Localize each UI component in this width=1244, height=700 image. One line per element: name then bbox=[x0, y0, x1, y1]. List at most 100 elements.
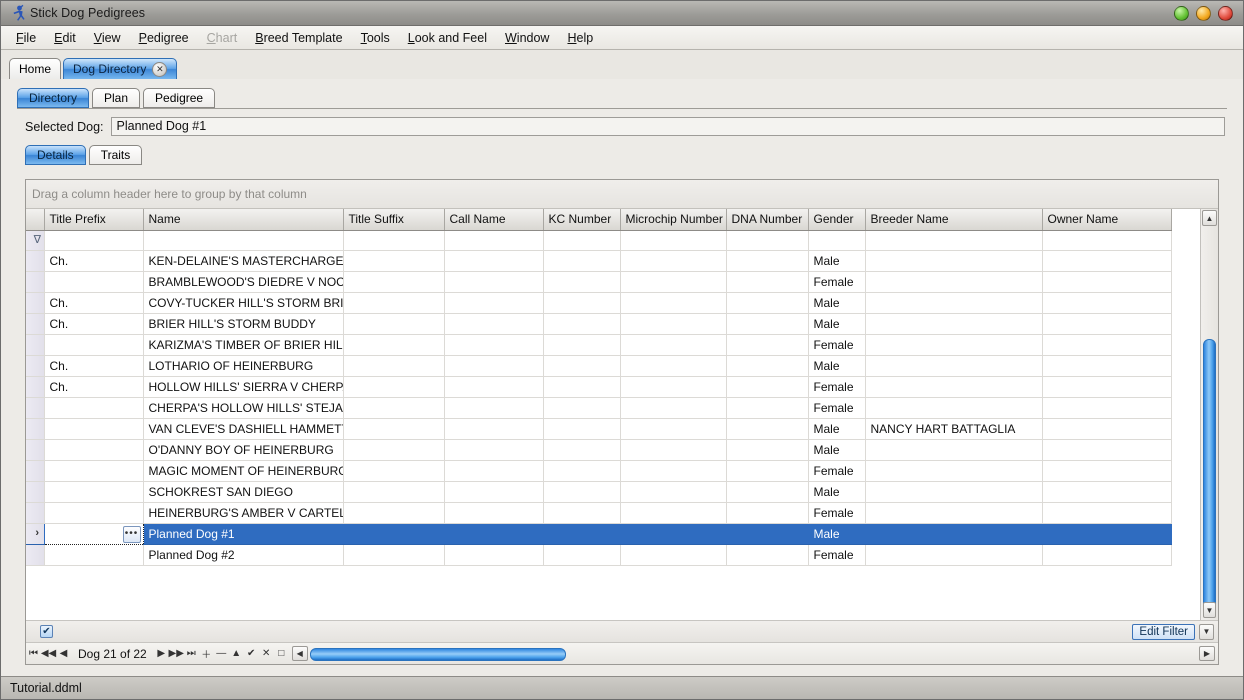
nav-prior-record[interactable]: ◀ bbox=[56, 645, 71, 662]
table-cell[interactable] bbox=[865, 376, 1042, 397]
nav-delete-record[interactable]: — bbox=[214, 645, 229, 662]
table-cell[interactable] bbox=[1042, 250, 1171, 271]
tab-dog-directory[interactable]: Dog Directory ✕ bbox=[63, 58, 177, 79]
column-header-title-prefix[interactable]: Title Prefix bbox=[44, 209, 143, 230]
table-cell[interactable] bbox=[343, 271, 444, 292]
table-cell[interactable] bbox=[343, 250, 444, 271]
table-cell[interactable] bbox=[343, 376, 444, 397]
table-cell[interactable] bbox=[620, 439, 726, 460]
table-cell[interactable] bbox=[1042, 418, 1171, 439]
table-cell[interactable] bbox=[343, 460, 444, 481]
table-cell[interactable] bbox=[726, 481, 808, 502]
column-header-call-name[interactable]: Call Name bbox=[444, 209, 543, 230]
table-cell[interactable] bbox=[865, 250, 1042, 271]
table-cell[interactable] bbox=[543, 376, 620, 397]
table-cell[interactable] bbox=[620, 544, 726, 565]
column-header-kc-number[interactable]: KC Number bbox=[543, 209, 620, 230]
column-header-title-suffix[interactable]: Title Suffix bbox=[343, 209, 444, 230]
table-cell[interactable]: Female bbox=[808, 334, 865, 355]
nav-cancel-edit[interactable]: ✕ bbox=[259, 645, 274, 662]
table-cell[interactable] bbox=[1042, 397, 1171, 418]
table-cell[interactable] bbox=[620, 334, 726, 355]
table-cell[interactable]: ••• bbox=[44, 523, 143, 544]
edit-filter-button[interactable]: Edit Filter bbox=[1132, 624, 1195, 640]
table-cell[interactable] bbox=[44, 271, 143, 292]
table-cell[interactable] bbox=[343, 481, 444, 502]
table-cell[interactable]: HEINERBURG'S AMBER V CARTEL bbox=[143, 502, 343, 523]
table-cell[interactable]: KEN-DELAINE'S MASTERCHARGE bbox=[143, 250, 343, 271]
table-cell[interactable] bbox=[543, 313, 620, 334]
table-cell[interactable] bbox=[543, 271, 620, 292]
nav-refresh[interactable]: □ bbox=[274, 645, 289, 662]
horizontal-scroll-track[interactable] bbox=[310, 646, 1194, 661]
table-cell[interactable] bbox=[444, 544, 543, 565]
cell-ellipsis-button[interactable]: ••• bbox=[123, 526, 141, 543]
minimize-button[interactable] bbox=[1174, 6, 1189, 21]
table-cell[interactable] bbox=[44, 544, 143, 565]
table-row[interactable]: Ch.KEN-DELAINE'S MASTERCHARGEMale bbox=[26, 250, 1171, 271]
table-cell[interactable] bbox=[1042, 502, 1171, 523]
table-cell[interactable] bbox=[1042, 460, 1171, 481]
table-cell[interactable]: Ch. bbox=[44, 313, 143, 334]
table-cell[interactable] bbox=[343, 292, 444, 313]
tab-pedigree[interactable]: Pedigree bbox=[143, 88, 215, 108]
filter-cell[interactable] bbox=[444, 230, 543, 250]
table-cell[interactable] bbox=[620, 460, 726, 481]
table-cell[interactable]: KARIZMA'S TIMBER OF BRIER HILL bbox=[143, 334, 343, 355]
table-cell[interactable] bbox=[543, 439, 620, 460]
filter-cell[interactable] bbox=[1042, 230, 1171, 250]
table-cell[interactable] bbox=[543, 355, 620, 376]
nav-next-page[interactable]: ▶▶ bbox=[169, 645, 184, 662]
table-cell[interactable] bbox=[543, 397, 620, 418]
close-icon[interactable]: ✕ bbox=[152, 62, 167, 77]
table-cell[interactable] bbox=[444, 313, 543, 334]
table-cell[interactable] bbox=[543, 544, 620, 565]
menu-file[interactable]: File bbox=[7, 28, 45, 48]
table-cell[interactable] bbox=[620, 502, 726, 523]
table-cell[interactable]: Ch. bbox=[44, 376, 143, 397]
table-cell[interactable] bbox=[726, 250, 808, 271]
nav-first-record[interactable]: ⏮ bbox=[26, 645, 41, 662]
table-row[interactable]: Planned Dog #2Female bbox=[26, 544, 1171, 565]
table-cell[interactable] bbox=[865, 355, 1042, 376]
table-cell[interactable] bbox=[620, 376, 726, 397]
table-cell[interactable] bbox=[865, 439, 1042, 460]
menu-breed-template[interactable]: Breed Template bbox=[246, 28, 351, 48]
table-cell[interactable] bbox=[865, 313, 1042, 334]
table-cell[interactable] bbox=[865, 523, 1042, 544]
table-cell[interactable] bbox=[620, 523, 726, 544]
table-cell[interactable] bbox=[1042, 481, 1171, 502]
table-cell[interactable]: LOTHARIO OF HEINERBURG bbox=[143, 355, 343, 376]
filter-cell[interactable] bbox=[726, 230, 808, 250]
selected-dog-field[interactable]: Planned Dog #1 bbox=[111, 117, 1225, 136]
table-cell[interactable] bbox=[44, 460, 143, 481]
column-header-owner-name[interactable]: Owner Name bbox=[1042, 209, 1171, 230]
table-cell[interactable] bbox=[620, 250, 726, 271]
table-cell[interactable]: MAGIC MOMENT OF HEINERBURG bbox=[143, 460, 343, 481]
table-cell[interactable] bbox=[726, 376, 808, 397]
table-cell[interactable] bbox=[444, 376, 543, 397]
column-header-breeder-name[interactable]: Breeder Name bbox=[865, 209, 1042, 230]
scroll-up-button[interactable]: ▲ bbox=[1202, 210, 1217, 226]
filter-enabled-checkbox[interactable]: ✔ bbox=[40, 625, 53, 638]
table-cell[interactable] bbox=[865, 460, 1042, 481]
table-row[interactable]: HEINERBURG'S AMBER V CARTELFemale bbox=[26, 502, 1171, 523]
table-cell[interactable]: Female bbox=[808, 376, 865, 397]
tab-home[interactable]: Home bbox=[9, 58, 61, 79]
nav-post-edit[interactable]: ✔ bbox=[244, 645, 259, 662]
table-cell[interactable] bbox=[865, 481, 1042, 502]
table-cell[interactable]: Male bbox=[808, 523, 865, 544]
table-cell[interactable]: O'DANNY BOY OF HEINERBURG bbox=[143, 439, 343, 460]
table-cell[interactable] bbox=[726, 397, 808, 418]
table-cell[interactable]: COVY-TUCKER HILL'S STORM BRIER bbox=[143, 292, 343, 313]
table-cell[interactable]: NANCY HART BATTAGLIA bbox=[865, 418, 1042, 439]
filter-cell[interactable] bbox=[808, 230, 865, 250]
table-row[interactable]: Ch.BRIER HILL'S STORM BUDDYMale bbox=[26, 313, 1171, 334]
funnel-icon[interactable]: ∇ bbox=[34, 231, 41, 250]
table-cell[interactable] bbox=[343, 334, 444, 355]
table-cell[interactable] bbox=[865, 271, 1042, 292]
table-row[interactable]: CHERPA'S HOLLOW HILLS' STEJANFemale bbox=[26, 397, 1171, 418]
grid-vertical-scrollbar[interactable]: ▲ ▼ bbox=[1200, 209, 1218, 620]
menu-pedigree[interactable]: Pedigree bbox=[130, 28, 198, 48]
table-cell[interactable] bbox=[543, 523, 620, 544]
